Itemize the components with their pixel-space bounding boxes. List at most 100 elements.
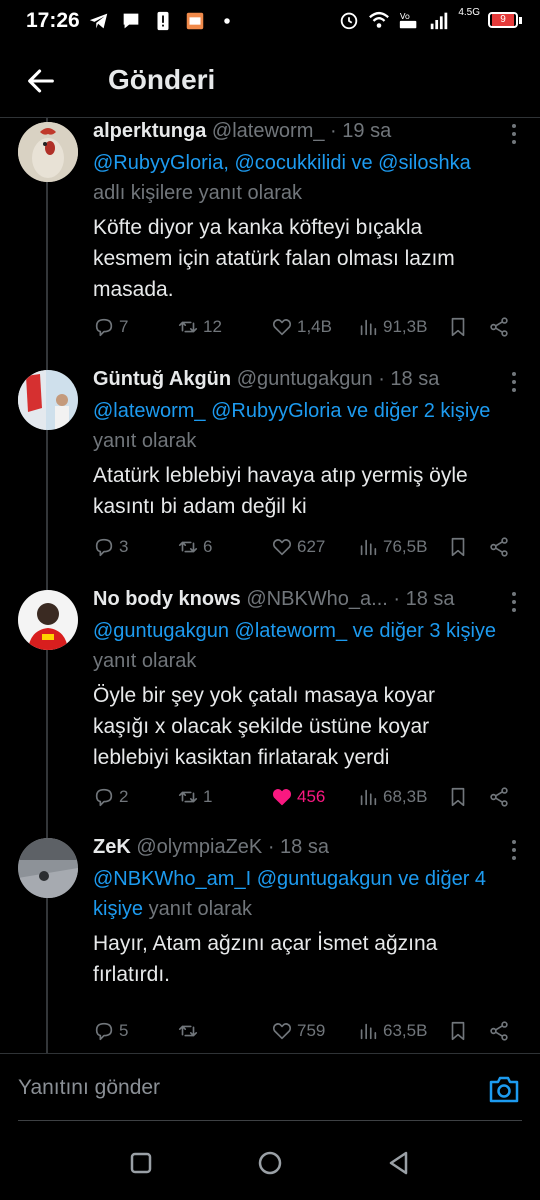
author-name[interactable]: No body knows <box>93 588 241 610</box>
back-arrow-icon[interactable] <box>24 64 58 98</box>
reply-button[interactable]: 7 <box>93 316 128 338</box>
retweet-icon <box>178 1025 198 1037</box>
retweet-icon <box>178 321 198 333</box>
replie-count: 2 <box>119 787 129 806</box>
tweet-text-line: Köfte diyor ya kanka köfteyi bıçakla <box>93 216 423 239</box>
reply-suffix: yanıt olarak <box>93 430 197 452</box>
alarm-icon <box>341 12 358 30</box>
bookmark-icon <box>451 317 465 337</box>
reply-button[interactable]: 3 <box>93 536 128 558</box>
view-count: 68,3B <box>383 787 428 806</box>
reply-thread[interactable]: alperktunga @lateworm_ · 19 sa @RubyyGlo… <box>0 118 540 1053</box>
share-button[interactable] <box>488 786 510 808</box>
views-button[interactable]: 76,5B <box>357 536 427 558</box>
views-icon <box>360 1023 377 1040</box>
like-count: 759 <box>297 1021 326 1040</box>
bookmark-button[interactable] <box>447 316 469 338</box>
bookmark-button[interactable] <box>447 1020 469 1042</box>
dot-icon <box>224 18 230 24</box>
avatar[interactable] <box>18 590 78 650</box>
author-name[interactable]: alperktunga <box>93 120 206 142</box>
tweet-actions: 3 6 627 76,5B <box>93 536 520 562</box>
more-options-icon[interactable] <box>510 592 518 614</box>
avatar[interactable] <box>18 838 78 898</box>
more-options-icon[interactable] <box>510 124 518 146</box>
reply-suffix: yanıt olarak <box>93 650 197 672</box>
more-options-icon[interactable] <box>510 840 518 862</box>
status-bar: 17:26 Vo 4.5G 9 <box>0 0 540 46</box>
tweet-time: · 18 sa <box>378 368 440 390</box>
driver-avatar-image <box>18 590 78 650</box>
like-button[interactable]: 759 <box>271 1020 325 1042</box>
share-button[interactable] <box>488 1020 510 1042</box>
views-button[interactable]: 63,5B <box>357 1020 427 1042</box>
recents-icon[interactable] <box>128 1150 154 1176</box>
like-button[interactable]: 627 <box>271 536 325 558</box>
tweet-time: · 18 sa <box>393 588 455 610</box>
retweet-icon <box>178 541 198 553</box>
views-icon <box>360 319 377 336</box>
reply-context: @guntugakgun @lateworm_ ve diğer 3 kişiy… <box>93 616 520 676</box>
author-name[interactable]: Güntuğ Akgün <box>93 368 231 390</box>
avatar[interactable] <box>18 370 78 430</box>
author-name[interactable]: ZeK <box>93 836 131 858</box>
like-count: 456 <box>297 787 326 806</box>
back-nav-icon[interactable] <box>386 1150 412 1176</box>
reply-mentions[interactable]: @RubyyGloria, @cocukkilidi ve @siloshka <box>93 152 471 174</box>
tweet-text: Atatürk leblebiyi havaya atıp yermiş öyl… <box>93 460 520 522</box>
views-icon <box>360 789 377 806</box>
author-handle[interactable]: @lateworm_ <box>212 120 325 142</box>
network-type: 4.5G <box>458 6 480 18</box>
rooster-avatar-image <box>18 122 78 182</box>
home-icon[interactable] <box>257 1150 283 1176</box>
views-button[interactable]: 68,3B <box>357 786 427 808</box>
tweet[interactable]: Güntuğ Akgün @guntugakgun · 18 sa @latew… <box>0 366 540 576</box>
view-count: 91,3B <box>383 317 428 336</box>
street-photo-avatar-image <box>18 838 78 898</box>
author-handle[interactable]: @NBKWho_a... <box>246 588 387 610</box>
reply-icon <box>95 788 113 807</box>
tweet[interactable]: No body knows @NBKWho_a... · 18 sa @gunt… <box>0 586 540 826</box>
more-options-icon[interactable] <box>510 372 518 394</box>
retweet-icon <box>178 791 198 803</box>
view-count: 63,5B <box>383 1021 428 1040</box>
chat-icon <box>123 13 139 29</box>
share-icon <box>490 787 508 807</box>
author-handle[interactable]: @olympiaZeK <box>136 836 262 858</box>
retweet-button[interactable]: 12 <box>177 316 222 338</box>
top-bar: Gönderi <box>0 46 540 118</box>
reply-button[interactable]: 2 <box>93 786 128 808</box>
retweet-button[interactable]: 1 <box>177 786 212 808</box>
reply-button[interactable]: 5 <box>93 1020 128 1042</box>
tweet[interactable]: ZeK @olympiaZeK · 18 sa @NBKWho_am_I @gu… <box>0 834 540 1049</box>
like-button[interactable]: 456 <box>271 786 325 808</box>
tweet[interactable]: alperktunga @lateworm_ · 19 sa @RubyyGlo… <box>0 118 540 356</box>
gallery-icon <box>186 12 204 30</box>
bookmark-button[interactable] <box>447 536 469 558</box>
alert-icon <box>157 11 169 31</box>
share-icon <box>490 1021 508 1041</box>
author-handle[interactable]: @guntugakgun <box>237 368 373 390</box>
tweet-text-line: fırlatırdı. <box>93 963 171 986</box>
retweet-count: 1 <box>203 787 213 806</box>
retweet-button[interactable] <box>177 1020 203 1042</box>
camera-icon[interactable] <box>488 1074 520 1104</box>
like-button[interactable]: 1,4B <box>271 316 332 338</box>
reply-suffix: yanıt olarak <box>143 898 252 920</box>
retweet-button[interactable]: 6 <box>177 536 212 558</box>
bookmark-button[interactable] <box>447 786 469 808</box>
share-button[interactable] <box>488 316 510 338</box>
views-button[interactable]: 91,3B <box>357 316 427 338</box>
reply-icon <box>95 1022 113 1041</box>
tweet-time: · 18 sa <box>267 836 329 858</box>
reply-mentions[interactable]: @guntugakgun @lateworm_ ve diğer 3 kişiy… <box>93 620 496 642</box>
share-icon <box>490 537 508 557</box>
heart-icon <box>272 789 292 806</box>
tweet-text-line: Atatürk leblebiyi havaya atıp yermiş öyl… <box>93 464 468 487</box>
avatar[interactable] <box>18 122 78 182</box>
reply-input[interactable]: Yanıtını gönder <box>18 1076 160 1100</box>
tweet-text: Köfte diyor ya kanka köfteyi bıçakla kes… <box>93 212 520 305</box>
tweet-actions: 2 1 456 68,3B <box>93 786 520 812</box>
reply-mentions[interactable]: @lateworm_ @RubyyGloria ve diğer 2 kişiy… <box>93 400 490 422</box>
share-button[interactable] <box>488 536 510 558</box>
